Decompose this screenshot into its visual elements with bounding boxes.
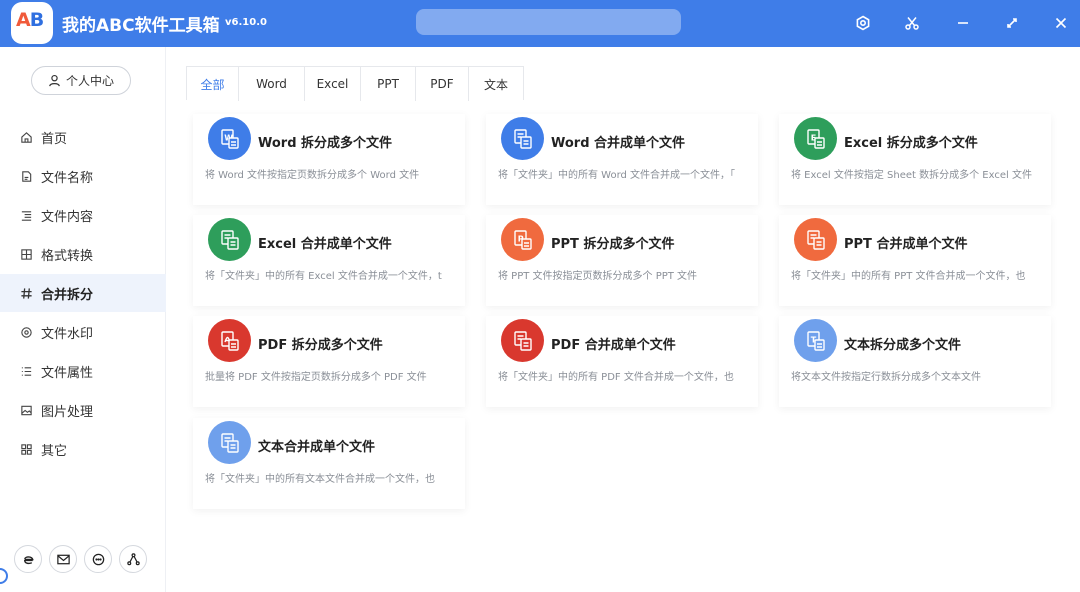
format-convert-icon	[19, 247, 33, 261]
tool-card-pdf-split[interactable]: PDF 拆分成多个文件 批量将 PDF 文件按指定页数拆分成多个 PDF 文件	[193, 316, 465, 407]
app-version: v6.10.0	[225, 17, 267, 28]
tab-pdf[interactable]: PDF	[415, 67, 468, 101]
app-logo: AB	[11, 2, 53, 44]
excel-merge-icon	[208, 218, 251, 261]
sidebar-item-file-content[interactable]: 文件内容	[0, 196, 166, 234]
ppt-merge-icon	[794, 218, 837, 261]
card-description: 将文本文件按指定行数拆分成多个文本文件	[791, 372, 981, 383]
sidebar-item-label: 其它	[41, 443, 68, 459]
card-description: 将「文件夹」中的所有文本文件合并成一个文件，也	[205, 474, 435, 485]
card-title: Word 合并成单个文件	[551, 136, 686, 151]
pdf-split-icon	[208, 319, 251, 362]
chat-icon[interactable]	[84, 545, 112, 573]
maximize-icon[interactable]	[999, 10, 1025, 36]
sidebar-item-watermark[interactable]: 文件水印	[0, 313, 166, 351]
card-title: 文本拆分成多个文件	[844, 338, 962, 353]
sidebar-item-label: 文件属性	[41, 365, 94, 381]
tool-card-pdf-merge[interactable]: PDF 合并成单个文件 将「文件夹」中的所有 PDF 文件合并成一个文件，也	[486, 316, 758, 407]
pdf-merge-icon	[501, 319, 544, 362]
title-bar: AB 我的ABC软件工具箱 v6.10.0	[0, 0, 1080, 47]
ppt-split-icon: P	[501, 218, 544, 261]
logo-letter-a: A	[16, 9, 31, 31]
watermark-icon	[19, 325, 33, 339]
merge-split-icon	[19, 286, 33, 300]
tab-text[interactable]: 文本	[468, 67, 523, 101]
tool-card-word-merge[interactable]: Word 合并成单个文件 将「文件夹」中的所有 Word 文件合并成一个文件，「	[486, 114, 758, 205]
tool-card-text-split[interactable]: T 文本拆分成多个文件 将文本文件按指定行数拆分成多个文本文件	[779, 316, 1051, 407]
sidebar-item-label: 文件内容	[41, 209, 94, 225]
sidebar-item-file-name[interactable]: 文件名称	[0, 157, 166, 195]
card-title: PPT 合并成单个文件	[844, 237, 968, 252]
sidebar-item-file-properties[interactable]: 文件属性	[0, 352, 166, 390]
sidebar-item-other[interactable]: 其它	[0, 430, 166, 468]
tab-word[interactable]: Word	[238, 67, 304, 101]
card-title: Word 拆分成多个文件	[258, 136, 393, 151]
excel-split-icon: E	[794, 117, 837, 160]
sidebar-item-image-process[interactable]: 图片处理	[0, 391, 166, 429]
sidebar-bottom-icons	[0, 545, 166, 575]
tab-excel[interactable]: Excel	[304, 67, 360, 101]
category-tabs: 全部 Word Excel PPT PDF 文本	[186, 66, 524, 101]
file-content-icon	[19, 208, 33, 222]
settings-icon[interactable]	[850, 10, 876, 36]
tool-card-excel-split[interactable]: E Excel 拆分成多个文件 将 Excel 文件按指定 Sheet 数拆分成…	[779, 114, 1051, 205]
user-center-label: 个人中心	[65, 74, 114, 88]
home-icon	[19, 130, 33, 144]
user-icon	[49, 74, 60, 87]
card-description: 将 Excel 文件按指定 Sheet 数拆分成多个 Excel 文件	[791, 170, 1032, 181]
card-description: 将「文件夹」中的所有 Word 文件合并成一个文件，「	[498, 170, 736, 181]
sidebar-item-label: 文件水印	[41, 326, 94, 342]
mail-icon[interactable]	[49, 545, 77, 573]
card-description: 将「文件夹」中的所有 Excel 文件合并成一个文件，t	[205, 271, 442, 282]
sidebar-item-label: 图片处理	[41, 404, 94, 420]
share-icon[interactable]	[119, 545, 147, 573]
card-title: PDF 合并成单个文件	[551, 338, 676, 353]
card-description: 将 PPT 文件按指定页数拆分成多个 PPT 文件	[498, 271, 698, 282]
sidebar-item-label: 合并拆分	[41, 287, 94, 303]
text-split-icon: T	[794, 319, 837, 362]
tool-card-ppt-split[interactable]: P PPT 拆分成多个文件 将 PPT 文件按指定页数拆分成多个 PPT 文件	[486, 215, 758, 306]
search-bar[interactable]	[416, 9, 681, 35]
user-center-button[interactable]: 个人中心	[31, 66, 131, 95]
card-title: PPT 拆分成多个文件	[551, 237, 675, 252]
file-properties-icon	[19, 364, 33, 378]
tool-card-excel-merge[interactable]: Excel 合并成单个文件 将「文件夹」中的所有 Excel 文件合并成一个文件…	[193, 215, 465, 306]
word-split-icon: W	[208, 117, 251, 160]
sidebar-item-merge-split[interactable]: 合并拆分	[0, 274, 166, 312]
card-description: 将「文件夹」中的所有 PPT 文件合并成一个文件，也	[791, 271, 1026, 282]
tool-card-ppt-merge[interactable]: PPT 合并成单个文件 将「文件夹」中的所有 PPT 文件合并成一个文件，也	[779, 215, 1051, 306]
sidebar-item-format-convert[interactable]: 格式转换	[0, 235, 166, 273]
card-description: 将「文件夹」中的所有 PDF 文件合并成一个文件，也	[498, 372, 734, 383]
sidebar-item-home[interactable]: 首页	[0, 118, 166, 156]
app-title: 我的ABC软件工具箱	[62, 16, 220, 36]
tool-card-text-merge[interactable]: 文本合并成单个文件 将「文件夹」中的所有文本文件合并成一个文件，也	[193, 418, 465, 509]
minimize-icon[interactable]	[950, 10, 976, 36]
card-title: Excel 合并成单个文件	[258, 237, 392, 252]
sidebar-item-label: 文件名称	[41, 170, 94, 186]
scissors-icon[interactable]	[899, 10, 925, 36]
sidebar-item-label: 首页	[41, 131, 68, 147]
card-title: Excel 拆分成多个文件	[844, 136, 978, 151]
browser-icon[interactable]	[14, 545, 42, 573]
text-merge-icon	[208, 421, 251, 464]
tab-all[interactable]: 全部	[187, 67, 238, 101]
close-icon[interactable]	[1048, 10, 1074, 36]
file-name-icon	[19, 169, 33, 183]
logo-letter-b: B	[29, 9, 45, 31]
tool-card-word-split[interactable]: W Word 拆分成多个文件 将 Word 文件按指定页数拆分成多个 Word …	[193, 114, 465, 205]
card-description: 批量将 PDF 文件按指定页数拆分成多个 PDF 文件	[205, 372, 427, 383]
card-description: 将 Word 文件按指定页数拆分成多个 Word 文件	[205, 170, 420, 181]
sidebar-item-label: 格式转换	[41, 248, 94, 264]
word-merge-icon	[501, 117, 544, 160]
other-icon	[19, 442, 33, 456]
card-title: 文本合并成单个文件	[258, 440, 376, 455]
sidebar: 个人中心 首页 文件名称 文件内容 格式转换 合并拆分 文件水印 文件属性 图片…	[0, 47, 166, 592]
card-title: PDF 拆分成多个文件	[258, 338, 383, 353]
tab-ppt[interactable]: PPT	[360, 67, 415, 101]
image-process-icon	[19, 403, 33, 417]
